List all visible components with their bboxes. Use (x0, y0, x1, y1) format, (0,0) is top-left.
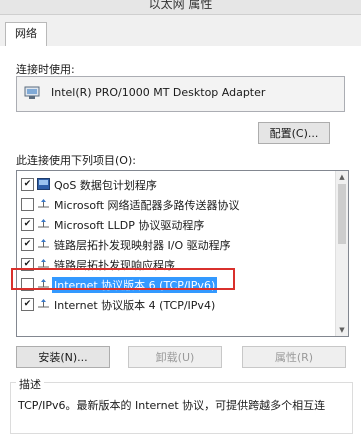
protocol-icon (38, 199, 49, 208)
scroll-down-arrow-icon[interactable]: ▼ (336, 324, 348, 336)
list-item-ipv4[interactable]: ✔ Internet 协议版本 4 (TCP/IPv4) (17, 295, 335, 315)
checkbox-checked[interactable]: ✔ (21, 178, 34, 191)
tab-strip (0, 15, 361, 47)
checkbox-checked[interactable]: ✔ (21, 298, 34, 311)
list-item-label: 链路层拓扑发现映射器 I/O 驱动程序 (54, 239, 231, 252)
window-title: 以太网 属性 (148, 0, 213, 11)
title-bar: 以太网 属性 (0, 0, 361, 15)
list-item-label: Microsoft 网络适配器多路传送器协议 (54, 199, 240, 212)
tab-network-label: 网络 (15, 27, 37, 40)
list-item-qos[interactable]: ✔ QoS 数据包计划程序 (17, 175, 335, 195)
adapter-field: Intel(R) PRO/1000 MT Desktop Adapter (16, 76, 345, 112)
list-item-label: Internet 协议版本 4 (TCP/IPv4) (54, 299, 216, 312)
description-text: TCP/IPv6。最新版本的 Internet 协议，可提供跨越多个相互连 (18, 399, 326, 412)
properties-button[interactable]: 属性(R) (242, 346, 346, 368)
list-item-lldp[interactable]: ✔ Microsoft LLDP 协议驱动程序 (17, 215, 335, 235)
list-scrollbar[interactable]: ▲ ▼ (335, 171, 348, 336)
uninstall-button[interactable]: 卸载(U) (128, 346, 222, 368)
connect-using-label: 连接时使用: (16, 63, 75, 76)
components-list[interactable]: ✔ QoS 数据包计划程序 Microsoft 网络适配器多路传送器协议 ✔ M… (16, 170, 349, 337)
tab-network[interactable]: 网络 (5, 22, 47, 47)
checkbox-checked[interactable]: ✔ (21, 238, 34, 251)
list-item-label: Microsoft LLDP 协议驱动程序 (54, 219, 205, 232)
highlight-annotation (11, 268, 235, 290)
protocol-icon (38, 239, 49, 248)
network-adapter-icon (24, 86, 40, 99)
protocol-icon (38, 299, 49, 308)
adapter-name: Intel(R) PRO/1000 MT Desktop Adapter (51, 86, 266, 99)
scroll-up-arrow-icon[interactable]: ▲ (336, 171, 348, 183)
items-label: 此连接使用下列项目(O): (16, 154, 136, 167)
list-item-multiplexor[interactable]: Microsoft 网络适配器多路传送器协议 (17, 195, 335, 215)
configure-button[interactable]: 配置(C)... (258, 122, 330, 144)
install-button[interactable]: 安装(N)... (16, 346, 110, 368)
checkbox-checked[interactable]: ✔ (21, 218, 34, 231)
protocol-icon (38, 219, 49, 228)
description-label: 描述 (16, 376, 44, 392)
qos-icon (37, 178, 50, 190)
scroll-thumb[interactable] (338, 184, 346, 244)
list-item-lltd-mapper[interactable]: ✔ 链路层拓扑发现映射器 I/O 驱动程序 (17, 235, 335, 255)
list-item-label: QoS 数据包计划程序 (54, 179, 157, 192)
checkbox-unchecked[interactable] (21, 198, 34, 211)
